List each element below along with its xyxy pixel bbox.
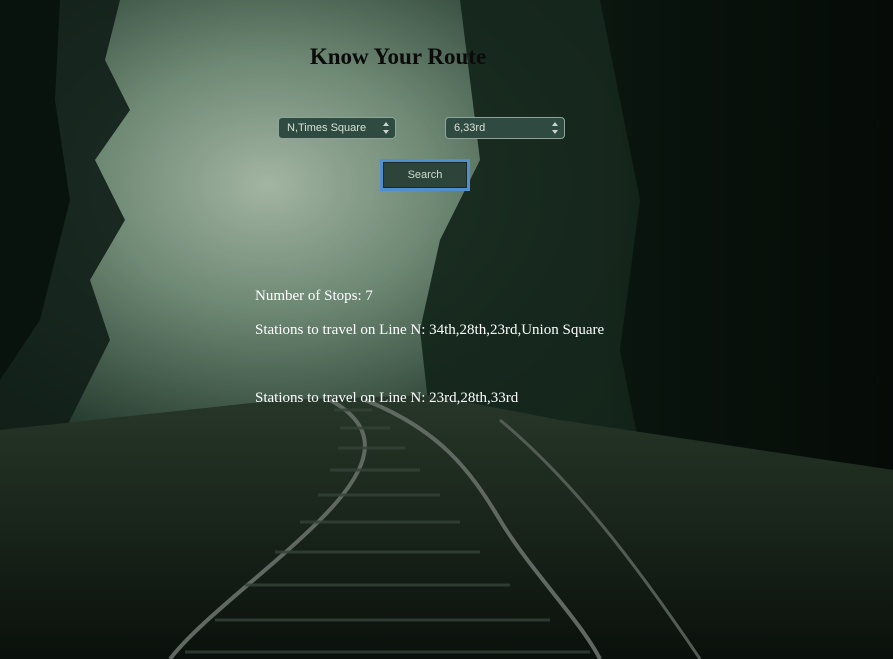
search-button[interactable]: Search [380,159,470,191]
from-station-selected-value: N,Times Square [287,122,367,134]
number-of-stops-text: Number of Stops: 7 [255,288,373,304]
route-finder-panel: Know Your Route N,Times Square 6,33rd Se… [0,0,893,659]
route-segment-1-text: Stations to travel on Line N: 34th,28th,… [255,322,605,338]
route-segment-2-text: Stations to travel on Line N: 23rd,28th,… [255,390,519,406]
to-station-selected-value: 6,33rd [454,122,486,134]
up-down-arrows-icon [383,122,389,134]
page-title: Know Your Route [309,44,487,69]
up-down-arrows-icon [552,122,558,134]
from-station-select[interactable]: N,Times Square [278,117,396,139]
to-station-select[interactable]: 6,33rd [445,117,565,139]
